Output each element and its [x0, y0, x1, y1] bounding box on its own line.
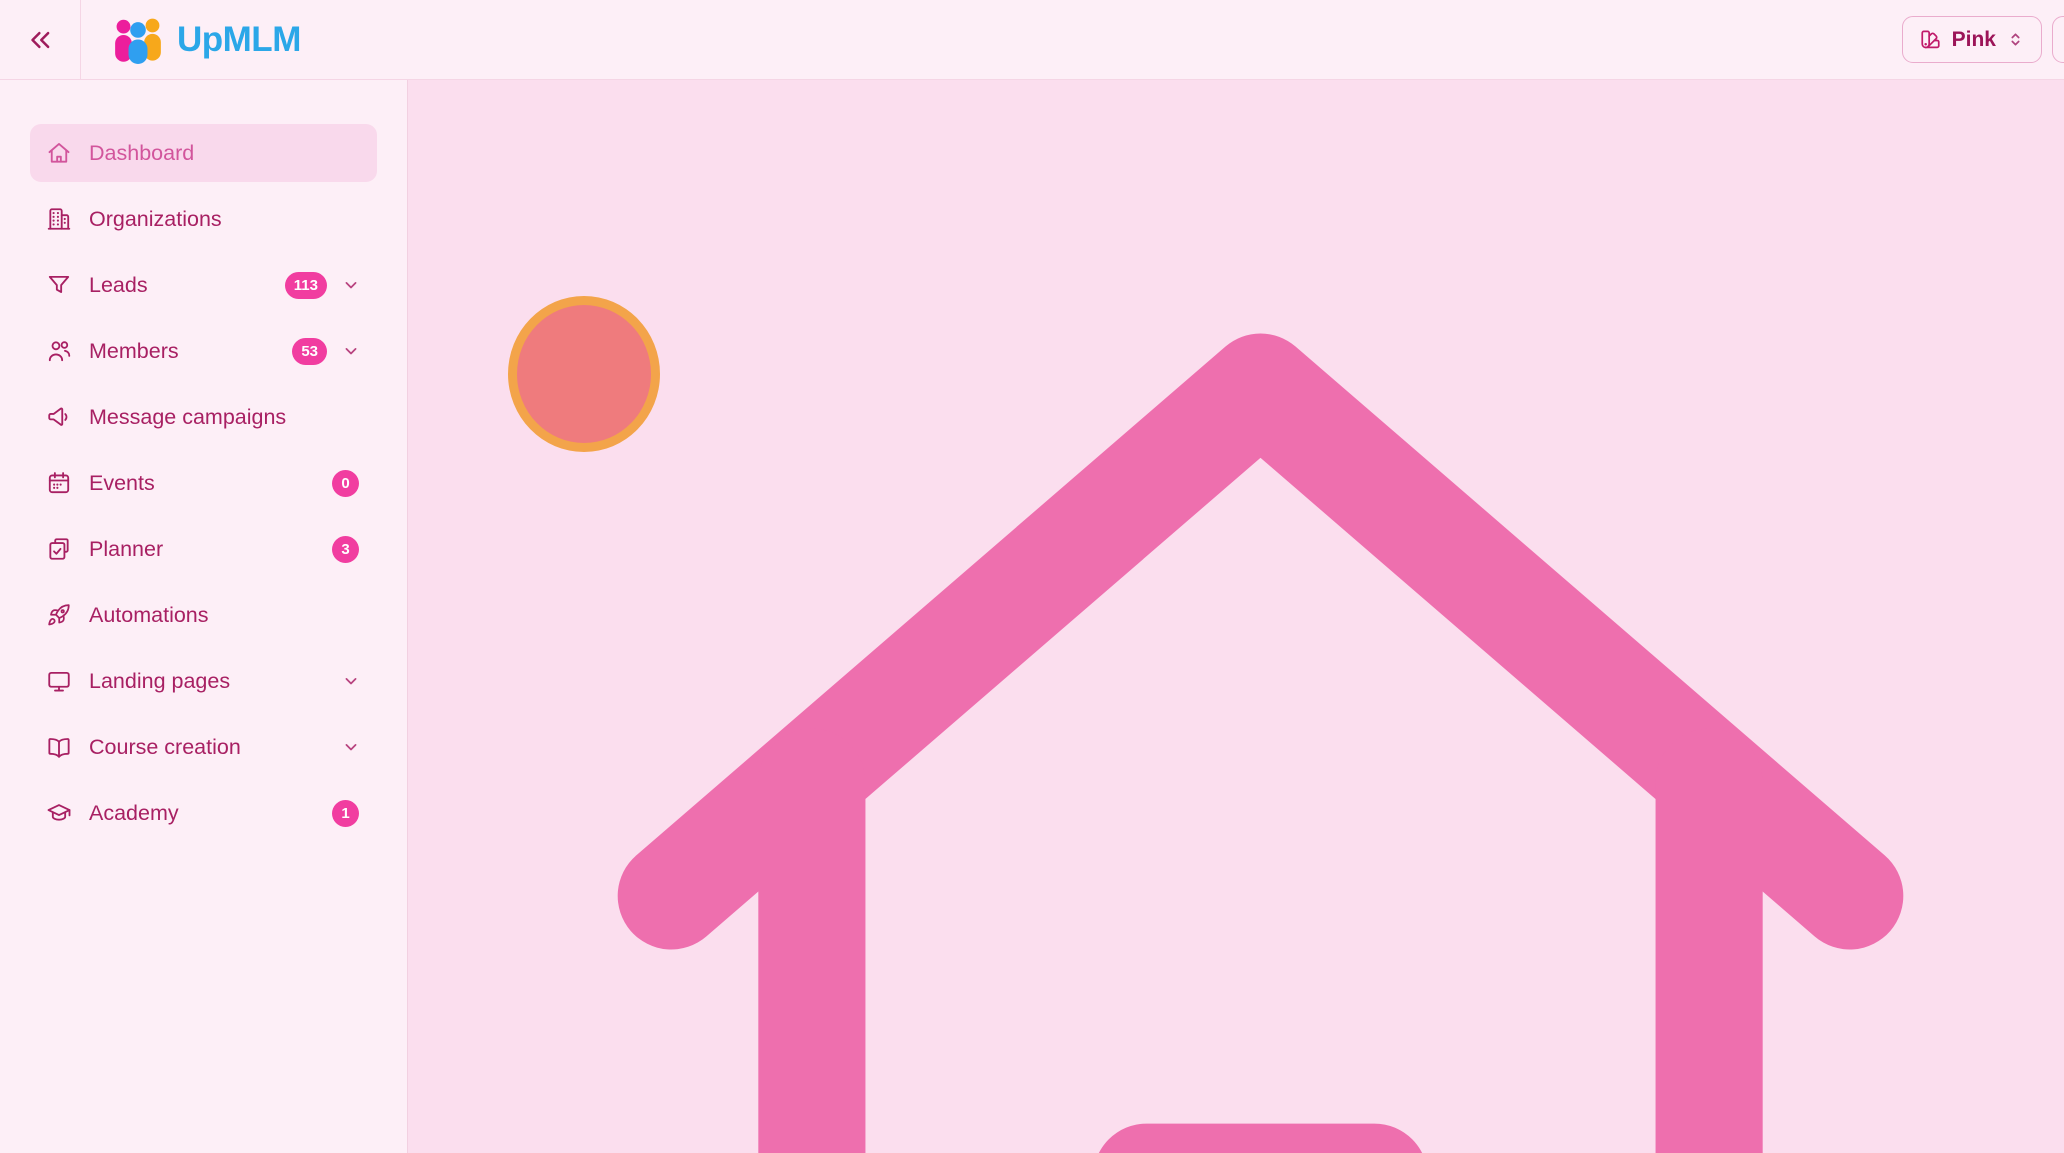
planner-count-badge: 3 [332, 535, 359, 563]
home-icon [46, 140, 72, 166]
sidebar-item-members[interactable]: Members 53 [30, 322, 377, 380]
sidebar-item-label: Course creation [89, 734, 241, 759]
members-count-badge: 53 [292, 337, 327, 365]
sidebar-item-label: Events [89, 470, 155, 495]
sidebar-item-dashboard[interactable]: Dashboard [30, 124, 377, 182]
sidebar-item-leads[interactable]: Leads 113 [30, 256, 377, 314]
open-book-icon [46, 734, 72, 760]
academy-count-badge: 1 [332, 799, 359, 827]
sidebar-item-label: Academy [89, 800, 179, 825]
sidebar-item-organizations[interactable]: Organizations [30, 190, 377, 248]
megaphone-icon [46, 404, 72, 430]
chevron-down-icon[interactable] [341, 341, 361, 361]
sidebar-item-course-creation[interactable]: Course creation [30, 718, 377, 776]
topbar-partial-button[interactable] [2052, 16, 2064, 63]
sidebar-item-label: Organizations [89, 206, 222, 231]
people-icon [46, 338, 72, 364]
main-content: Dashboard Network Import members Automat… [408, 80, 2064, 1153]
sidebar-item-landing-pages[interactable]: Landing pages [30, 652, 377, 710]
sidebar-item-planner[interactable]: Planner 3 [30, 520, 377, 578]
sidebar-item-label: Planner [89, 536, 164, 561]
sidebar-item-label: Automations [89, 602, 209, 627]
calendar-icon [46, 470, 72, 496]
chevron-down-icon[interactable] [341, 275, 361, 295]
chevron-down-icon[interactable] [341, 737, 361, 757]
color-swatches-icon [1919, 28, 1942, 51]
chevron-down-icon[interactable] [341, 671, 361, 691]
theme-name: Pink [1951, 27, 1996, 51]
planner-check-icon [46, 536, 72, 562]
sidebar-item-label: Leads [89, 272, 148, 297]
chevrons-up-down-icon [2006, 30, 2025, 49]
logo-people-icon [109, 13, 167, 67]
sidebar-item-label: Members [89, 338, 179, 363]
sidebar: Dashboard Organizations Leads 113 Member… [0, 80, 408, 1153]
logo-text: UpMLM [177, 19, 301, 59]
theme-selector-button[interactable]: Pink [1901, 16, 2042, 63]
sidebar-collapse-column [0, 0, 81, 79]
topbar: UpMLM Pink [0, 0, 2064, 80]
collapse-sidebar-icon[interactable] [25, 25, 55, 55]
sidebar-item-academy[interactable]: Academy 1 [30, 784, 377, 842]
sidebar-item-message-campaigns[interactable]: Message campaigns [30, 388, 377, 446]
topbar-actions: Pink [1901, 16, 2064, 63]
events-count-badge: 0 [332, 469, 359, 497]
app-logo[interactable]: UpMLM [109, 13, 301, 67]
leads-count-badge: 113 [284, 271, 327, 299]
monitor-icon [46, 668, 72, 694]
sidebar-item-label: Message campaigns [89, 404, 287, 429]
sidebar-item-label: Landing pages [89, 668, 231, 693]
sidebar-item-events[interactable]: Events 0 [30, 454, 377, 512]
building-icon [46, 206, 72, 232]
rocket-icon [46, 602, 72, 628]
funnel-icon [46, 272, 72, 298]
breadcrumb-home-icon[interactable] [457, 146, 2064, 1153]
graduation-cap-icon [46, 800, 72, 826]
sidebar-item-automations[interactable]: Automations [30, 586, 377, 644]
sidebar-item-label: Dashboard [89, 140, 195, 165]
